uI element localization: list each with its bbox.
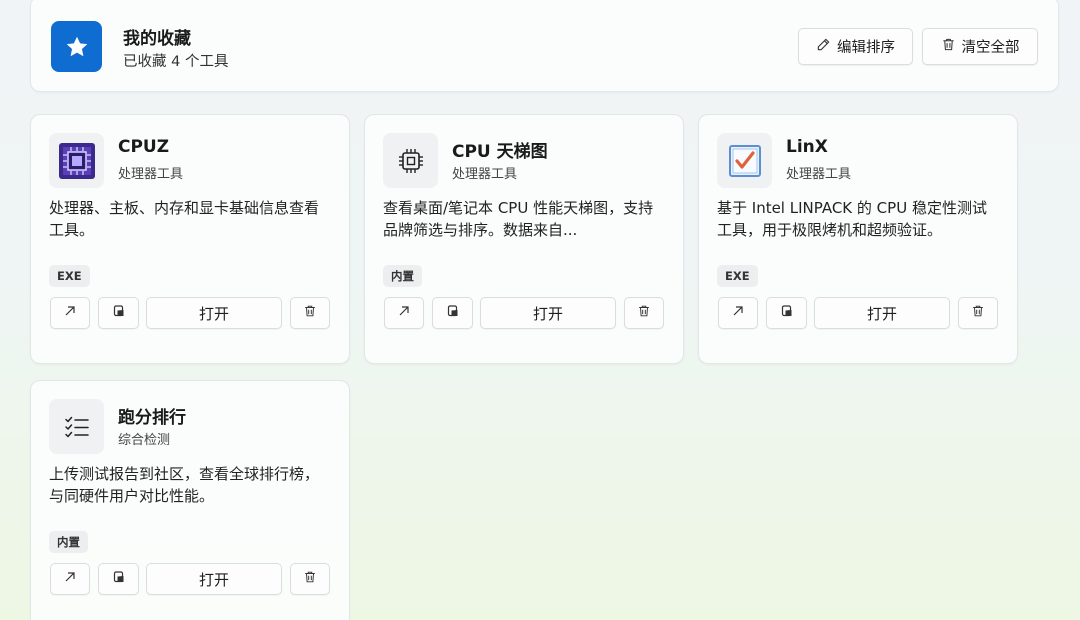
cpuz-app-icon [49, 133, 104, 188]
open-button[interactable]: 打开 [814, 297, 950, 329]
open-external-button[interactable] [384, 297, 424, 329]
tool-name: CPUZ [118, 137, 170, 157]
clear-all-label: 清空全部 [961, 40, 1020, 56]
remove-favorite-button[interactable] [958, 297, 998, 329]
favorites-header: 我的收藏 已收藏 4 个工具 编辑排序 清空全部 [30, 0, 1059, 92]
trash-icon [971, 304, 985, 322]
tool-type-badge: EXE [49, 265, 90, 287]
open-label: 打开 [198, 304, 229, 323]
tool-category: 处理器工具 [118, 167, 184, 182]
open-label: 打开 [866, 304, 897, 323]
open-button[interactable]: 打开 [480, 297, 616, 329]
copy-icon [112, 570, 126, 588]
trash-icon [637, 304, 651, 322]
open-external-button[interactable] [718, 297, 758, 329]
copy-icon [446, 304, 460, 322]
page-title: 我的收藏 [123, 29, 191, 49]
tool-card-cpu-ladder: CPU 天梯图 处理器工具 查看桌面/笔记本 CPU 性能天梯图，支持品牌筛选与… [364, 114, 684, 364]
tool-description: 上传测试报告到社区，查看全球排行榜，与同硬件用户对比性能。 [49, 465, 320, 505]
copy-icon [112, 304, 126, 322]
copy-button[interactable] [98, 563, 139, 595]
clear-all-button[interactable]: 清空全部 [922, 28, 1038, 65]
remove-favorite-button[interactable] [624, 297, 664, 329]
arrow-up-right-icon [397, 304, 411, 322]
tool-name: 跑分排行 [118, 408, 186, 428]
favorites-count: 已收藏 4 个工具 [123, 54, 229, 70]
edit-sort-label: 编辑排序 [837, 40, 895, 56]
arrow-up-right-icon [63, 304, 77, 322]
arrow-up-right-icon [63, 570, 77, 588]
copy-button[interactable] [766, 297, 807, 329]
open-button[interactable]: 打开 [146, 297, 282, 329]
tool-category: 综合检测 [118, 433, 171, 448]
pencil-icon [816, 37, 831, 56]
copy-button[interactable] [432, 297, 473, 329]
open-button[interactable]: 打开 [146, 563, 282, 595]
tool-description: 查看桌面/笔记本 CPU 性能天梯图，支持品牌筛选与排序。数据来自... [383, 199, 654, 239]
tool-type-badge: EXE [717, 265, 758, 287]
tool-category: 处理器工具 [786, 167, 852, 182]
tool-type-badge: 内置 [383, 265, 422, 287]
tool-card-linx: LinX 处理器工具 基于 Intel LINPACK 的 CPU 稳定性测试工… [698, 114, 1018, 364]
tool-description: 处理器、主板、内存和显卡基础信息查看工具。 [49, 199, 320, 239]
copy-button[interactable] [98, 297, 139, 329]
tool-card-cpuz: CPUZ 处理器工具 处理器、主板、内存和显卡基础信息查看工具。 EXE 打开 [30, 114, 350, 364]
remove-favorite-button[interactable] [290, 563, 330, 595]
tool-card-benchmark-ranking: 跑分排行 综合检测 上传测试报告到社区，查看全球排行榜，与同硬件用户对比性能。 … [30, 380, 350, 620]
arrow-up-right-icon [731, 304, 745, 322]
trash-icon [941, 37, 956, 56]
tool-name: CPU 天梯图 [452, 142, 548, 162]
tool-category: 处理器工具 [452, 167, 518, 182]
open-external-button[interactable] [50, 563, 90, 595]
cpu-chip-icon [383, 133, 438, 188]
edit-sort-button[interactable]: 编辑排序 [798, 28, 913, 65]
tool-type-badge: 内置 [49, 531, 88, 553]
ranking-list-icon [49, 399, 104, 454]
remove-favorite-button[interactable] [290, 297, 330, 329]
tool-description: 基于 Intel LINPACK 的 CPU 稳定性测试工具，用于极限烤机和超频… [717, 199, 987, 239]
copy-icon [780, 304, 794, 322]
trash-icon [303, 304, 317, 322]
tool-name: LinX [786, 137, 828, 157]
trash-icon [303, 570, 317, 588]
open-label: 打开 [532, 304, 563, 323]
open-label: 打开 [198, 570, 229, 589]
star-icon [51, 21, 102, 72]
open-external-button[interactable] [50, 297, 90, 329]
checkbox-app-icon [717, 133, 772, 188]
